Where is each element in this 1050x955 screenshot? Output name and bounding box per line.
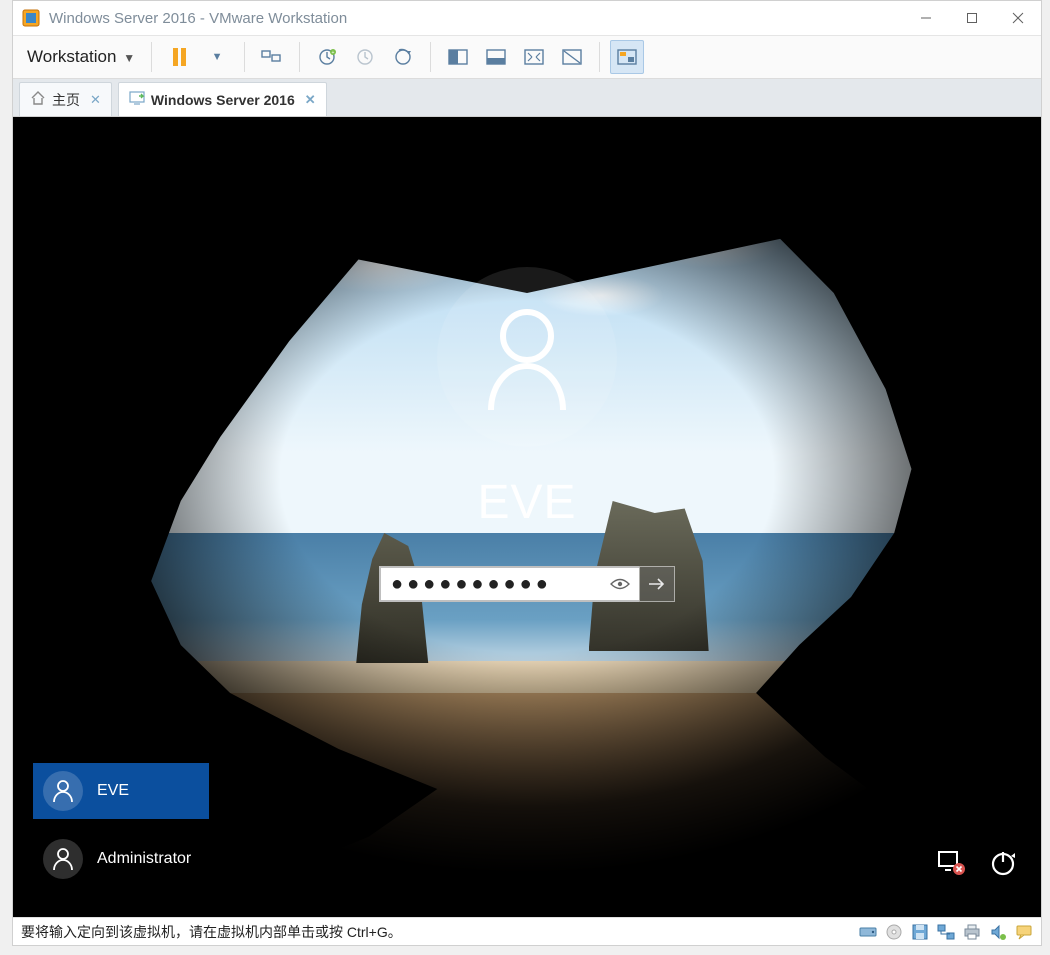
power-icon[interactable]	[989, 850, 1017, 883]
person-icon	[52, 779, 74, 803]
status-bar: 要将输入定向到该虚拟机，请在虚拟机内部单击或按 Ctrl+G。	[13, 917, 1041, 945]
printer-icon[interactable]	[963, 923, 981, 941]
snapshot-take-button[interactable]: +	[310, 40, 344, 74]
tab-strip: 主页 ✕ Windows Server 2016 ✕	[13, 79, 1041, 117]
window-title: Windows Server 2016 - VMware Workstation	[49, 10, 347, 27]
user-avatar-small	[43, 839, 83, 879]
tab-vm-label: Windows Server 2016	[151, 92, 295, 108]
separator	[299, 42, 300, 72]
login-options	[937, 850, 1017, 883]
user-list-item[interactable]: EVE	[33, 763, 209, 819]
status-tray	[859, 923, 1033, 941]
cdrom-icon[interactable]	[885, 923, 903, 941]
password-input[interactable]	[379, 566, 639, 602]
user-avatar-small	[43, 771, 83, 811]
workstation-menu[interactable]: Workstation ▼	[21, 43, 141, 71]
status-hint: 要将输入定向到该虚拟机，请在虚拟机内部单击或按 Ctrl+G。	[21, 922, 402, 942]
home-icon	[30, 90, 46, 109]
fit-guest-button[interactable]	[441, 40, 475, 74]
separator	[430, 42, 431, 72]
pause-button[interactable]	[162, 40, 196, 74]
password-reveal-button[interactable]	[607, 566, 633, 602]
network-error-icon[interactable]	[937, 850, 967, 883]
message-icon[interactable]	[1015, 923, 1033, 941]
svg-text:+: +	[332, 50, 335, 56]
unity-button[interactable]	[610, 40, 644, 74]
window-controls	[903, 1, 1041, 35]
minimize-button[interactable]	[903, 1, 949, 35]
eye-icon	[610, 577, 630, 591]
separator	[599, 42, 600, 72]
chevron-down-icon: ▼	[123, 51, 135, 65]
tab-home-label: 主页	[52, 90, 80, 110]
send-ctrl-alt-del-button[interactable]	[255, 40, 289, 74]
close-button[interactable]	[995, 1, 1041, 35]
separator	[244, 42, 245, 72]
power-menu-button[interactable]: ▼	[200, 40, 234, 74]
stretch-button[interactable]	[517, 40, 551, 74]
vm-running-icon	[129, 90, 145, 109]
login-username: EVE	[477, 475, 576, 530]
separator	[151, 42, 152, 72]
user-avatar-large	[437, 267, 617, 447]
sound-icon[interactable]	[989, 923, 1007, 941]
person-icon	[477, 302, 577, 412]
user-list: EVE Administrator	[33, 763, 209, 887]
network-adapter-icon[interactable]	[937, 923, 955, 941]
maximize-button[interactable]	[949, 1, 995, 35]
snapshot-manager-button[interactable]	[386, 40, 420, 74]
app-window: Windows Server 2016 - VMware Workstation…	[12, 0, 1042, 946]
tab-vm-active[interactable]: Windows Server 2016 ✕	[118, 82, 327, 116]
workstation-menu-label: Workstation	[27, 47, 116, 66]
user-list-item-label: Administrator	[97, 850, 191, 868]
user-list-item-label: EVE	[97, 782, 129, 800]
snapshot-revert-button[interactable]	[348, 40, 382, 74]
toolbar: Workstation ▼ ▼ +	[13, 35, 1041, 79]
user-list-item[interactable]: Administrator	[33, 831, 209, 887]
harddisk-icon[interactable]	[859, 923, 877, 941]
vm-viewport[interactable]: EVE	[13, 117, 1041, 917]
close-icon[interactable]: ✕	[305, 92, 316, 108]
close-icon[interactable]: ✕	[90, 92, 101, 108]
login-panel: EVE	[13, 267, 1041, 602]
login-submit-button[interactable]	[639, 566, 675, 602]
person-icon	[52, 847, 74, 871]
fit-window-button[interactable]	[479, 40, 513, 74]
tab-home[interactable]: 主页 ✕	[19, 82, 112, 116]
password-row	[379, 566, 675, 602]
fullscreen-button[interactable]	[555, 40, 589, 74]
vmware-app-icon	[21, 8, 41, 28]
arrow-right-icon	[648, 577, 666, 591]
floppy-icon[interactable]	[911, 923, 929, 941]
titlebar: Windows Server 2016 - VMware Workstation	[13, 1, 1041, 35]
